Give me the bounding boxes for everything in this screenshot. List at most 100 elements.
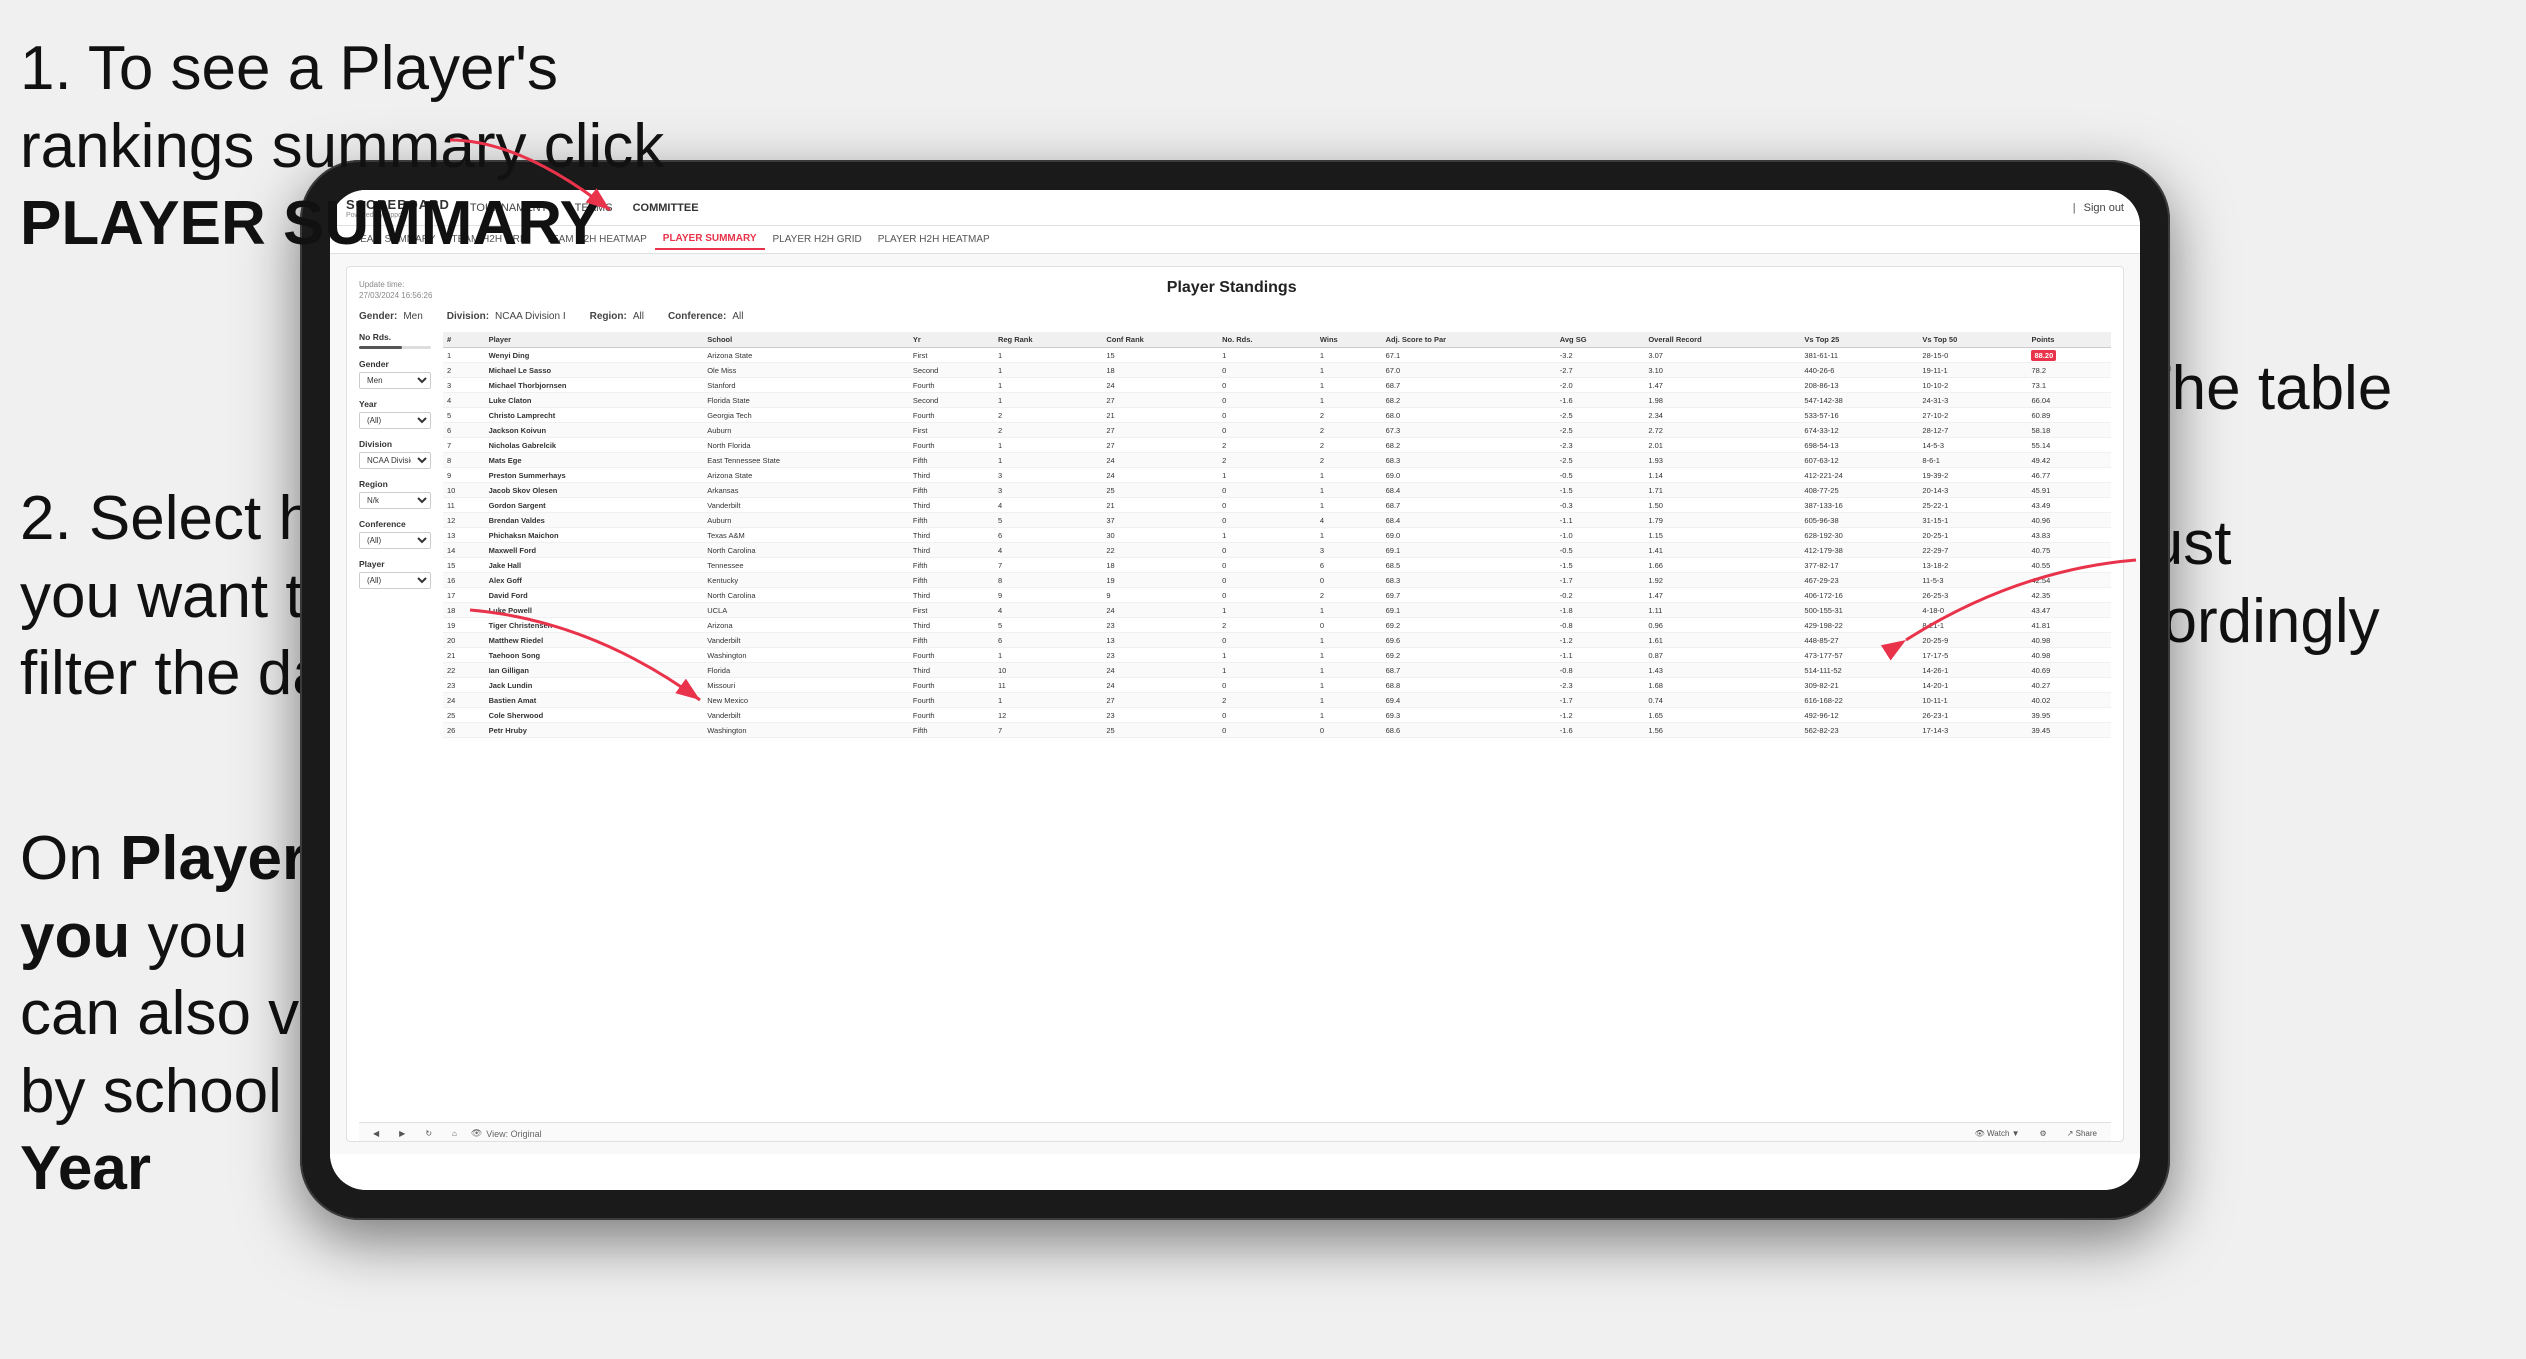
cell-no-rds: 2 <box>1218 618 1316 633</box>
cell-conf-rank: 9 <box>1102 588 1218 603</box>
cell-adj: 68.8 <box>1382 678 1556 693</box>
col-points: Points <box>2027 332 2111 348</box>
toolbar-watch[interactable]: 👁 Watch ▼ <box>1969 1127 2026 1140</box>
filter-conference-val: All <box>732 311 743 322</box>
cell-reg-rank: 8 <box>994 573 1102 588</box>
cell-wins: 4 <box>1316 513 1382 528</box>
cell-wins: 2 <box>1316 408 1382 423</box>
cell-no-rds: 1 <box>1218 348 1316 363</box>
cell-avg-sg: -0.5 <box>1556 543 1645 558</box>
cell-yr: Fifth <box>909 513 994 528</box>
filter-region: Region: All <box>590 311 644 322</box>
region-select[interactable]: N/k <box>359 492 431 509</box>
cell-avg-sg: -1.1 <box>1556 513 1645 528</box>
step4-you: you <box>130 902 247 971</box>
cell-adj: 68.0 <box>1382 408 1556 423</box>
cell-wins: 1 <box>1316 633 1382 648</box>
cell-adj: 69.4 <box>1382 693 1556 708</box>
cell-adj: 69.1 <box>1382 603 1556 618</box>
cell-vt25: 10-10-2 <box>1918 378 2027 393</box>
cell-school: Auburn <box>703 423 909 438</box>
step2-text2: you want to <box>20 562 337 631</box>
col-vt25: Vs Top 25 <box>1800 332 1918 348</box>
cell-school: East Tennessee State <box>703 453 909 468</box>
division-select[interactable]: NCAA Division I <box>359 452 431 469</box>
cell-reg-rank: 10 <box>994 663 1102 678</box>
cell-vt25: 14-5-3 <box>1918 438 2027 453</box>
subnav-player-h2h-heatmap[interactable]: PLAYER H2H HEATMAP <box>870 230 998 249</box>
cell-avg-sg: -0.2 <box>1556 588 1645 603</box>
cell-yr: First <box>909 423 994 438</box>
cell-conf-rank: 23 <box>1102 648 1218 663</box>
cell-reg-rank: 2 <box>994 408 1102 423</box>
cell-reg-rank: 1 <box>994 393 1102 408</box>
cell-avg-sg: -3.2 <box>1556 348 1645 363</box>
cell-wins: 1 <box>1316 393 1382 408</box>
cell-sg: 1.41 <box>1644 543 1800 558</box>
cell-wins: 6 <box>1316 558 1382 573</box>
cell-no-rds: 0 <box>1218 363 1316 378</box>
conference-select[interactable]: (All) <box>359 532 431 549</box>
cell-school: North Carolina <box>703 588 909 603</box>
table-row: 10 Jacob Skov Olesen Arkansas Fifth 3 25… <box>443 483 2111 498</box>
toolbar-settings[interactable]: ⚙ <box>2034 1127 2053 1140</box>
cell-reg-rank: 5 <box>994 618 1102 633</box>
cell-wins: 1 <box>1316 528 1382 543</box>
toolbar-back[interactable]: ◀ <box>367 1127 385 1140</box>
cell-conf-rank: 18 <box>1102 363 1218 378</box>
no-rds-slider[interactable] <box>359 346 431 349</box>
cell-conf-rank: 24 <box>1102 468 1218 483</box>
watch-label: Watch <box>1987 1129 2009 1138</box>
cell-reg-rank: 4 <box>994 498 1102 513</box>
toolbar-refresh[interactable]: ↻ <box>419 1127 438 1140</box>
cell-rank: 7 <box>443 438 485 453</box>
cell-player: Jake Hall <box>485 558 704 573</box>
player-select[interactable]: (All) <box>359 572 431 589</box>
nav-right: | Sign out <box>2073 198 2124 218</box>
cell-points: 39.45 <box>2027 723 2111 738</box>
cell-rank: 13 <box>443 528 485 543</box>
cell-player: Jackson Koivun <box>485 423 704 438</box>
cell-wins: 1 <box>1316 468 1382 483</box>
cell-yr: Fifth <box>909 453 994 468</box>
cell-conf-rank: 30 <box>1102 528 1218 543</box>
table-row: 15 Jake Hall Tennessee Fifth 7 18 0 6 68… <box>443 558 2111 573</box>
cell-conf-rank: 24 <box>1102 453 1218 468</box>
cell-school: Kentucky <box>703 573 909 588</box>
share-icon: ↗ <box>2067 1129 2074 1138</box>
cell-vt25: 31-15-1 <box>1918 513 2027 528</box>
gender-select[interactable]: Men <box>359 372 431 389</box>
cell-yr: Third <box>909 528 994 543</box>
table-row: 14 Maxwell Ford North Carolina Third 4 2… <box>443 543 2111 558</box>
cell-reg-rank: 1 <box>994 378 1102 393</box>
toolbar-forward[interactable]: ▶ <box>393 1127 411 1140</box>
cell-no-rds: 2 <box>1218 438 1316 453</box>
cell-record: 562-82-23 <box>1800 723 1918 738</box>
cell-adj: 68.7 <box>1382 498 1556 513</box>
cell-rank: 10 <box>443 483 485 498</box>
toolbar-home[interactable]: ⌂ <box>446 1127 463 1140</box>
cell-conf-rank: 13 <box>1102 633 1218 648</box>
cell-sg: 1.61 <box>1644 633 1800 648</box>
cell-conf-rank: 25 <box>1102 483 1218 498</box>
filter-conference: Conference: All <box>668 311 743 322</box>
cell-avg-sg: -0.8 <box>1556 663 1645 678</box>
nav-signout[interactable]: Sign out <box>2084 198 2124 218</box>
cell-sg: 1.47 <box>1644 588 1800 603</box>
filter-group-no-rds: No Rds. <box>359 332 431 349</box>
cell-yr: Third <box>909 498 994 513</box>
cell-no-rds: 0 <box>1218 498 1316 513</box>
cell-wins: 2 <box>1316 438 1382 453</box>
cell-avg-sg: -2.5 <box>1556 408 1645 423</box>
cell-reg-rank: 1 <box>994 693 1102 708</box>
cell-avg-sg: -1.5 <box>1556 483 1645 498</box>
cell-adj: 69.1 <box>1382 543 1556 558</box>
cell-points: 78.2 <box>2027 363 2111 378</box>
cell-record: 412-221-24 <box>1800 468 1918 483</box>
player-filter-label: Player <box>359 559 431 569</box>
cell-sg: 2.34 <box>1644 408 1800 423</box>
toolbar-share[interactable]: ↗ Share <box>2061 1127 2103 1140</box>
cell-wins: 1 <box>1316 483 1382 498</box>
cell-avg-sg: -2.0 <box>1556 378 1645 393</box>
year-select[interactable]: (All) <box>359 412 431 429</box>
